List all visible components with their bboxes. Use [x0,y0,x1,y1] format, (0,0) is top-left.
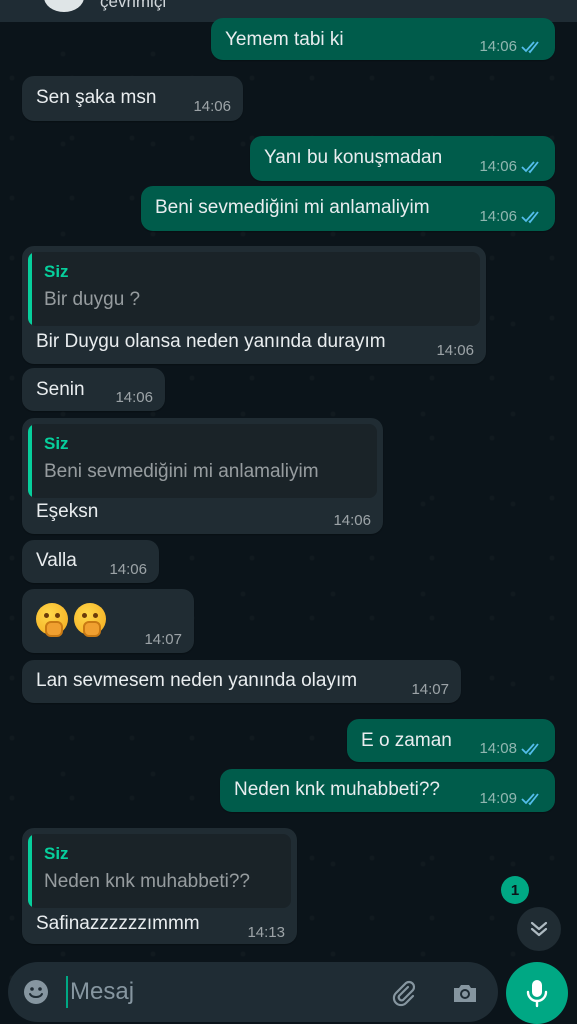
quote-text: Beni sevmediğini mi anlamaliyim [44,461,319,482]
message-outgoing[interactable]: Yanı bu konuşmadan 14:06 [250,136,555,181]
message-outgoing[interactable]: Yemem tabi ki 14:06 [211,18,555,60]
message-time: 14:06 [115,389,153,406]
double-check-read-icon [521,161,539,174]
quote-text: Bir duygu ? [44,289,141,310]
emoji-icon[interactable] [22,978,50,1006]
camera-icon[interactable] [450,978,480,1008]
message-time: 14:06 [479,158,517,175]
message-outgoing[interactable]: Beni sevmediğini mi anlamaliyim 14:06 [141,186,555,231]
message-time: 14:08 [479,740,517,757]
double-check-read-icon [521,743,539,756]
message-text: Sen şaka msn [36,87,157,108]
message-text: Valla [36,550,77,571]
message-incoming[interactable]: Lan sevmesem neden yanında olayım 14:07 [22,660,461,703]
message-text: Eşeksn [36,501,99,522]
microphone-icon [526,980,548,1008]
message-incoming-reply[interactable]: Siz Bir duygu ? Bir Duygu olansa neden y… [22,246,486,364]
quoted-message[interactable]: Siz Neden knk muhabbeti?? [28,834,291,908]
message-time: 14:06 [333,512,371,529]
message-time: 14:06 [479,38,517,55]
quote-author: Siz [44,844,69,863]
contact-avatar[interactable] [44,0,84,12]
message-text: Yanı bu konuşmadan [264,147,443,168]
message-incoming-reply[interactable]: Siz Beni sevmediğini mi anlamaliyim Eşek… [22,418,383,534]
message-time: 14:06 [479,208,517,225]
message-time: 14:13 [247,924,285,941]
message-outgoing[interactable]: Neden knk muhabbeti?? 14:09 [220,769,555,812]
contact-status: çevrimiçi [100,0,167,11]
message-text: E o zaman [361,730,452,751]
microphone-button[interactable] [506,962,568,1024]
face-with-hand-over-mouth-icon [36,603,68,637]
message-text: Senin [36,379,85,400]
message-text: Yemem tabi ki [225,29,344,50]
quote-author: Siz [44,262,69,281]
message-time: 14:09 [479,790,517,807]
face-with-hand-over-mouth-icon [74,603,106,637]
message-time: 14:06 [436,342,474,359]
message-outgoing[interactable]: E o zaman 14:08 [347,719,555,762]
quoted-message[interactable]: Siz Beni sevmediğini mi anlamaliyim [28,424,377,498]
message-text: Lan sevmesem neden yanında olayım [36,670,358,691]
message-incoming[interactable]: Valla 14:06 [22,540,159,583]
quote-text: Neden knk muhabbeti?? [44,871,250,892]
message-time: 14:07 [144,631,182,648]
message-text: Safinazzzzzzımmm [36,913,200,934]
quoted-message[interactable]: Siz Bir duygu ? [28,252,480,326]
quote-author: Siz [44,434,69,453]
message-text: Neden knk muhabbeti?? [234,779,440,800]
double-check-read-icon [521,41,539,54]
message-incoming-reply[interactable]: Siz Neden knk muhabbeti?? Safinazzzzzzım… [22,828,297,944]
message-time: 14:06 [193,98,231,115]
double-chevron-down-icon [530,921,548,937]
double-check-read-icon [521,793,539,806]
double-check-read-icon [521,211,539,224]
message-incoming-emoji[interactable]: 14:07 [22,589,194,653]
message-time: 14:06 [109,561,147,578]
message-composer [8,962,498,1022]
paperclip-icon[interactable] [388,978,418,1008]
message-incoming[interactable]: Senin 14:06 [22,368,165,411]
message-text: Beni sevmediğini mi anlamaliyim [155,197,430,218]
message-text: Bir Duygu olansa neden yanında durayım [36,331,386,352]
unread-count-badge[interactable]: 1 [501,876,529,904]
message-incoming[interactable]: Sen şaka msn 14:06 [22,76,243,121]
message-input[interactable] [66,976,366,1008]
scroll-to-bottom-button[interactable] [517,907,561,951]
message-time: 14:07 [411,681,449,698]
